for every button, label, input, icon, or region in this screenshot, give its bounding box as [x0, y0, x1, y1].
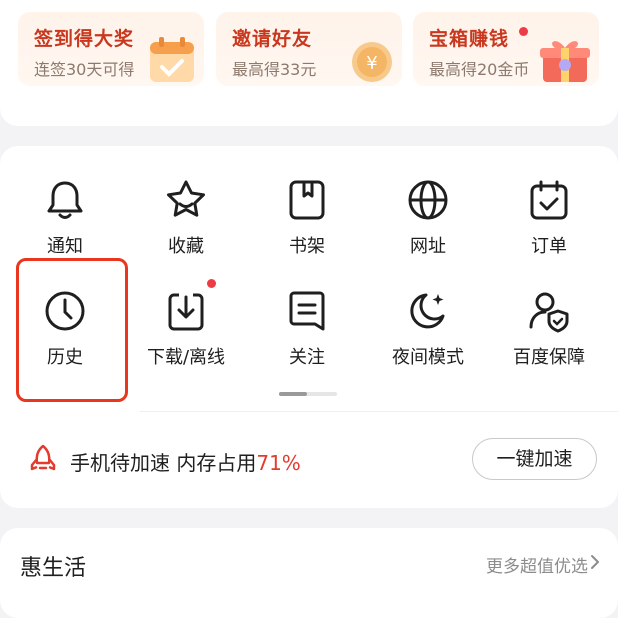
page-indicator-active	[279, 392, 307, 396]
tool-label: 百度保障	[513, 347, 585, 368]
tool-baidu-protection[interactable]: 百度保障	[489, 289, 609, 369]
life-card: 惠生活 更多超值优选	[0, 528, 618, 618]
memory-percent: 71%	[256, 451, 301, 475]
chevron-right-icon[interactable]	[590, 554, 600, 570]
tool-night-mode[interactable]: 夜间模式	[368, 289, 488, 369]
tool-label: 通知	[47, 236, 83, 257]
order-calendar-icon	[530, 180, 568, 220]
promo-subtitle: 连签30天可得	[34, 60, 135, 79]
globe-icon	[408, 180, 448, 220]
yuan-coin-icon: ¥	[352, 42, 392, 82]
tool-label: 订单	[531, 236, 567, 257]
tool-notification[interactable]: 通知	[5, 178, 125, 258]
tool-label: 关注	[289, 347, 325, 368]
promo-title: 签到得大奖	[34, 28, 135, 50]
speed-row: 手机待加速 内存占用71% 一键加速	[0, 430, 618, 490]
promo-subtitle: 最高得20金币	[429, 60, 530, 79]
tool-label: 网址	[410, 236, 446, 257]
rocket-icon	[30, 444, 56, 471]
tool-orders[interactable]: 订单	[489, 178, 609, 258]
tool-bookshelf[interactable]: 书架	[247, 178, 367, 258]
promo-card: 签到得大奖 连签30天可得 邀请好友 最高得33元 ¥ 宝箱赚钱 最高得20金币	[0, 0, 618, 126]
section-title: 惠生活	[20, 556, 87, 581]
promo-title: 邀请好友	[232, 28, 313, 50]
tool-websites[interactable]: 网址	[368, 178, 488, 258]
promo-treasure[interactable]: 宝箱赚钱 最高得20金币	[413, 12, 599, 86]
bookshelf-icon	[289, 180, 325, 220]
badge-dot	[519, 27, 528, 36]
tool-favorites[interactable]: 收藏	[126, 178, 246, 258]
promo-subtitle: 最高得33元	[232, 60, 317, 79]
promo-title: 宝箱赚钱	[429, 28, 510, 50]
star-icon	[167, 180, 205, 217]
more-deals-link[interactable]: 更多超值优选	[486, 552, 588, 577]
user-shield-icon	[529, 292, 569, 333]
gift-box-icon	[540, 41, 590, 82]
bell-icon	[47, 181, 83, 219]
memory-status-label: 手机待加速 内存占用	[70, 451, 257, 475]
follow-note-icon	[289, 291, 325, 331]
tool-follow[interactable]: 关注	[247, 289, 367, 369]
promo-checkin[interactable]: 签到得大奖 连签30天可得	[18, 12, 204, 86]
tool-label: 夜间模式	[392, 347, 464, 368]
badge-dot	[207, 279, 216, 288]
tool-label: 书架	[289, 236, 325, 257]
promo-invite[interactable]: 邀请好友 最高得33元 ¥	[216, 12, 402, 86]
download-icon	[168, 293, 204, 331]
divider	[140, 411, 618, 412]
tool-download[interactable]: 下载/离线	[126, 289, 246, 369]
memory-status-text: 手机待加速 内存占用71%	[70, 447, 301, 476]
tool-label: 下载/离线	[146, 347, 226, 368]
tool-label: 收藏	[168, 236, 204, 257]
calendar-check-icon	[150, 37, 194, 82]
history-highlight-frame	[16, 258, 128, 402]
svg-text:¥: ¥	[366, 53, 377, 74]
one-click-speedup-button[interactable]: 一键加速	[472, 438, 597, 480]
moon-icon	[410, 293, 445, 329]
